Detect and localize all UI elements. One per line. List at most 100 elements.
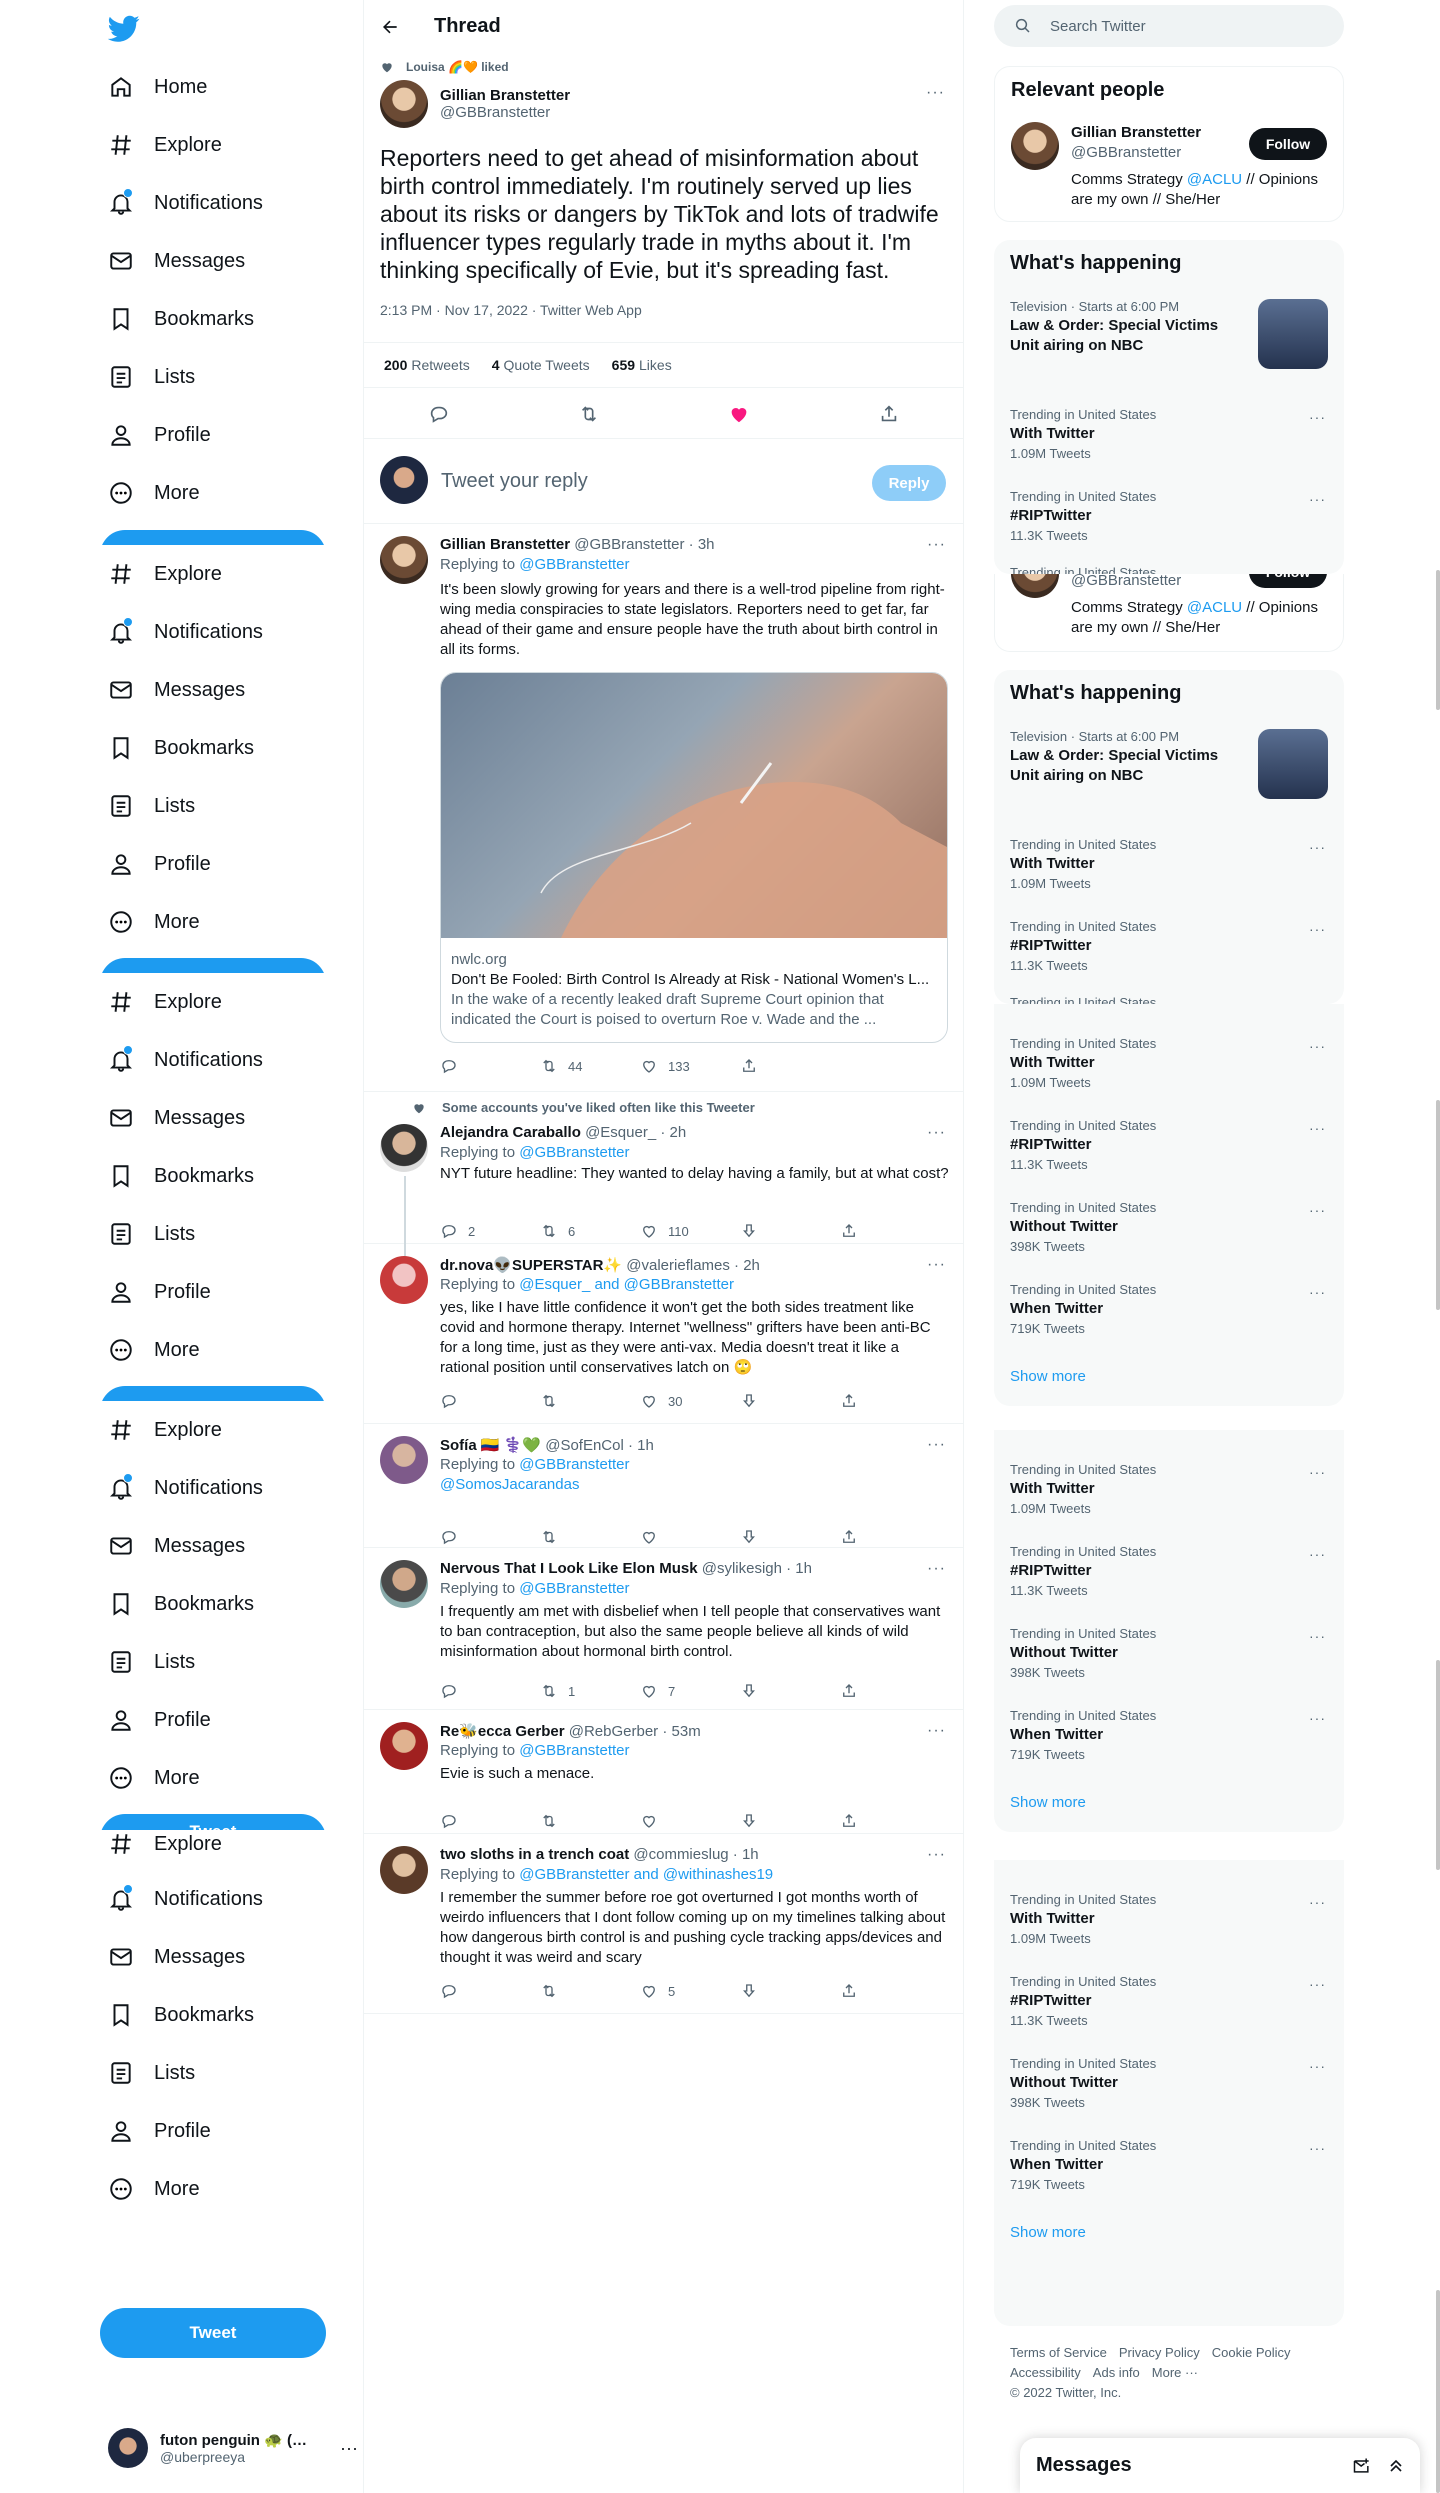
share-action[interactable] xyxy=(840,1222,940,1240)
trend-item[interactable]: Trending in United States With Twitter 1.0… xyxy=(994,1024,1344,1106)
retweets-stat[interactable]: 200 Retweets xyxy=(384,357,470,373)
mention-link[interactable]: @GBBranstetter xyxy=(519,556,629,573)
retweet-icon[interactable] xyxy=(540,1528,558,1546)
author-handle[interactable]: @RebGerber · 53m xyxy=(569,1723,701,1740)
share-action[interactable] xyxy=(840,1982,940,2000)
nav-item-profile[interactable]: Profile xyxy=(88,406,364,464)
footer-link[interactable]: Terms of Service xyxy=(1010,2345,1107,2360)
share-icon[interactable] xyxy=(840,1222,858,1240)
footer-link[interactable]: Privacy Policy xyxy=(1119,2345,1200,2360)
more-options-icon[interactable]: ··· xyxy=(1309,409,1326,425)
show-more-link[interactable]: Show more xyxy=(994,1778,1344,1832)
relevant-person[interactable]: @GBBranstetter Follow Comms Strategy @AC… xyxy=(995,574,1343,651)
retweet-action[interactable]: 44 xyxy=(540,1057,640,1075)
trend-item[interactable]: Trending in United States Without Twitter… xyxy=(994,1614,1344,1696)
share-icon[interactable] xyxy=(840,1982,858,2000)
reply-icon[interactable] xyxy=(428,403,450,425)
mention-link[interactable]: @GBBranstetter xyxy=(519,1456,629,1473)
mention-link[interactable]: @GBBranstetter and @withinashes19 xyxy=(519,1866,773,1883)
reply-action[interactable] xyxy=(440,1982,540,2000)
footer-link[interactable]: Accessibility xyxy=(1010,2365,1081,2380)
nav-item-bookmarks[interactable]: Bookmarks xyxy=(88,1575,364,1633)
nav-item-messages[interactable]: Messages xyxy=(88,1089,364,1147)
footer-link[interactable]: More ··· xyxy=(1152,2365,1198,2380)
more-options-icon[interactable]: ··· xyxy=(1309,921,1326,937)
downvote-icon[interactable] xyxy=(740,1222,758,1240)
author-handle[interactable]: @Esquer_ · 2h xyxy=(585,1124,686,1141)
more-options-icon[interactable]: ··· xyxy=(1309,1546,1326,1562)
scrollbar[interactable] xyxy=(1436,2290,1440,2493)
trend-item[interactable]: Trending in United States With Twitter 1.0… xyxy=(994,1880,1344,1962)
reply-tweet[interactable]: Some accounts you've liked often like th… xyxy=(364,1092,964,1258)
reply-action[interactable] xyxy=(440,1682,540,1700)
trend-item[interactable]: Trending in United States With Twitter 1.0… xyxy=(994,395,1344,477)
trend-item[interactable]: Trending in United States #RIPTwitter 11.3… xyxy=(994,1532,1344,1614)
downvote-action[interactable] xyxy=(740,1392,840,1410)
tweet-timestamp[interactable]: 2:13 PM · Nov 17, 2022 · Twitter Web App xyxy=(380,302,642,318)
like-icon[interactable] xyxy=(640,1982,658,2000)
nav-item-notifications[interactable]: Notifications xyxy=(88,1031,364,1089)
reply-action[interactable] xyxy=(440,1392,540,1410)
follow-button[interactable]: Follow xyxy=(1249,128,1327,160)
downvote-action[interactable] xyxy=(740,1982,840,2000)
avatar[interactable] xyxy=(380,80,428,128)
share-action[interactable] xyxy=(840,1392,940,1410)
nav-item-more[interactable]: More xyxy=(88,464,364,522)
reply-button[interactable]: Reply xyxy=(872,465,946,501)
avatar[interactable] xyxy=(380,536,428,584)
retweet-icon[interactable] xyxy=(540,1392,558,1410)
footer-link[interactable]: Cookie Policy xyxy=(1212,2345,1291,2360)
nav-item-more[interactable]: More xyxy=(88,1749,364,1807)
tweet-header[interactable]: Gillian Branstetter @GBBranstetter · 3h xyxy=(440,536,715,553)
retweet-action[interactable]: 6 xyxy=(540,1222,640,1240)
author-handle[interactable]: @GBBranstetter · 3h xyxy=(574,536,714,553)
share-action[interactable] xyxy=(840,1812,940,1830)
mention-link[interactable]: @GBBranstetter xyxy=(519,1144,629,1161)
link-card[interactable]: nwlc.org Don't Be Fooled: Birth Control … xyxy=(440,672,948,1043)
like-icon[interactable] xyxy=(640,1682,658,1700)
retweet-icon[interactable] xyxy=(540,1812,558,1830)
search-input[interactable]: Search Twitter xyxy=(994,5,1344,47)
trend-item[interactable]: Trending in United States With Twitter 1.0… xyxy=(994,1450,1344,1532)
avatar[interactable] xyxy=(380,1436,428,1484)
nav-item-profile[interactable]: Profile xyxy=(88,835,364,893)
avatar[interactable] xyxy=(1011,122,1059,170)
downvote-action[interactable] xyxy=(740,1528,840,1546)
author-handle[interactable]: @SofEnCol · 1h xyxy=(545,1437,654,1454)
reply-action[interactable]: 2 xyxy=(440,1222,540,1240)
main-tweet-author[interactable]: Gillian Branstetter @GBBranstetter xyxy=(380,80,570,128)
footer-link[interactable]: Ads info xyxy=(1093,2365,1140,2380)
person-handle[interactable]: @GBBranstetter xyxy=(1071,574,1181,589)
trend-item[interactable]: Trending in United States #RIPTwitter 11.3… xyxy=(994,477,1344,559)
reply-input[interactable]: Tweet your reply xyxy=(441,470,588,493)
nav-item-notifications[interactable]: Notifications xyxy=(88,1870,364,1928)
more-options-icon[interactable]: ··· xyxy=(1309,839,1326,855)
reply-tweet[interactable]: Nervous That I Look Like Elon Musk @syli… xyxy=(364,1548,964,1710)
more-options-icon[interactable]: ··· xyxy=(926,84,945,102)
reply-tweet[interactable]: Re🐝ecca Gerber @RebGerber · 53m ··· Replyi… xyxy=(364,1710,964,1834)
new-message-icon[interactable] xyxy=(1352,2456,1372,2476)
more-options-icon[interactable]: ··· xyxy=(1309,1120,1326,1136)
account-switcher[interactable]: futon penguin 🐢 (… @uberpreeya ··· xyxy=(108,2420,358,2476)
nav-item-lists[interactable]: Lists xyxy=(88,777,364,835)
reply-icon[interactable] xyxy=(440,1682,458,1700)
like-action[interactable]: 5 xyxy=(640,1982,740,2000)
author-name[interactable]: Nervous That I Look Like Elon Musk xyxy=(440,1560,698,1577)
author-handle[interactable]: @sylikesigh · 1h xyxy=(702,1560,812,1577)
author-handle[interactable]: @commieslug · 1h xyxy=(633,1846,758,1863)
trend-item[interactable]: Trending in United States When Twitter 719… xyxy=(994,1696,1344,1778)
mention-link[interactable]: @SomosJacarandas xyxy=(440,1476,579,1493)
nav-item-more[interactable]: More xyxy=(88,893,364,951)
trend-item[interactable]: Television · Starts at 6:00 PM Law & Orde… xyxy=(994,717,1344,825)
follow-button[interactable]: Follow xyxy=(1249,574,1327,588)
share-icon[interactable] xyxy=(840,1812,858,1830)
nav-item-more[interactable]: More xyxy=(88,1321,364,1379)
like-action[interactable] xyxy=(640,1812,740,1830)
like-icon[interactable] xyxy=(640,1812,658,1830)
nav-item-lists[interactable]: Lists xyxy=(88,2044,364,2102)
nav-item-notifications[interactable]: Notifications xyxy=(88,174,364,232)
share-action[interactable] xyxy=(840,1682,940,1700)
trend-item[interactable]: Trending in United States Without Twitter… xyxy=(994,2044,1344,2126)
retweet-action[interactable] xyxy=(540,1392,640,1410)
nav-item-explore[interactable]: Explore xyxy=(88,1401,364,1459)
